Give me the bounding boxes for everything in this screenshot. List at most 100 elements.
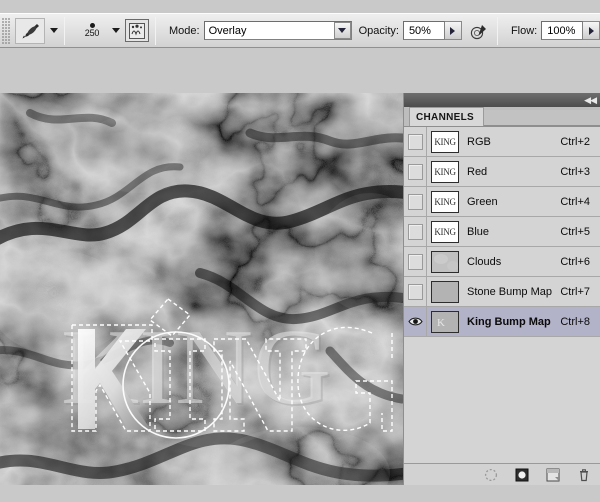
channel-visibility-toggle[interactable]: [404, 276, 427, 307]
channel-thumbnail: [431, 250, 459, 273]
flow-label: Flow:: [510, 24, 538, 37]
channel-name: Blue: [467, 225, 490, 238]
thumbnail-king-text: KING: [434, 196, 456, 207]
channel-name: RGB: [467, 135, 491, 148]
opacity-label: Opacity:: [358, 24, 399, 37]
panel-tab-strip: CHANNELS: [404, 107, 600, 127]
channel-row-blue[interactable]: KING Blue Ctrl+5: [404, 216, 600, 247]
tool-preset-dropdown-arrow[interactable]: [50, 28, 58, 33]
eye-slot-empty-icon: [407, 283, 423, 300]
eye-icon: [407, 317, 423, 326]
channel-list: KING RGB Ctrl+2 KING Red Ctrl+3 KING Green Ctrl+…: [404, 126, 600, 337]
channel-shortcut: Ctrl+7: [560, 285, 590, 298]
channel-row-king-bump-map[interactable]: K King Bump Map Ctrl+8: [404, 306, 600, 337]
channel-thumbnail: KING: [431, 160, 459, 183]
channel-row-rgb[interactable]: KING RGB Ctrl+2: [404, 126, 600, 157]
blend-mode-value: Overlay: [208, 24, 247, 37]
channel-name: Red: [467, 165, 488, 178]
drag-grip-icon[interactable]: [2, 17, 11, 44]
flow-input[interactable]: 100%: [541, 21, 584, 40]
thumbnail-clouds-icon: [432, 251, 458, 272]
opacity-slider-button[interactable]: [444, 21, 462, 40]
thumbnail-king-text: KING: [434, 136, 456, 147]
tab-strip-filler: [483, 110, 600, 126]
channel-thumbnail: K: [431, 310, 459, 333]
channel-shortcut: Ctrl+3: [560, 165, 590, 178]
tab-channels-label: CHANNELS: [416, 111, 474, 123]
channel-thumbnail: KING: [431, 220, 459, 243]
eye-slot-empty-icon: [407, 133, 423, 150]
panel-titlebar[interactable]: ◀◀: [404, 93, 600, 107]
channel-visibility-toggle[interactable]: [404, 186, 427, 217]
eye-slot-empty-icon: [407, 223, 423, 240]
channels-panel: ◀◀ CHANNELS KING RGB Ctrl+2 KING Red Ctrl+3 KI…: [403, 93, 600, 485]
load-channel-as-selection-icon: [484, 468, 498, 481]
channel-visibility-toggle[interactable]: [404, 306, 427, 337]
channel-visibility-toggle[interactable]: [404, 246, 427, 277]
channel-shortcut: Ctrl+6: [560, 255, 590, 268]
thumbnail-king-text: KING: [434, 166, 456, 177]
brush-preset-picker[interactable]: 250: [77, 23, 107, 38]
window-bottom-strip: [0, 485, 600, 502]
document-canvas[interactable]: KING KING: [0, 93, 403, 485]
channel-thumbnail: KING: [431, 130, 459, 153]
airbrush-pressure-opacity-icon: [470, 24, 486, 39]
load-channel-as-selection-button[interactable]: [483, 467, 499, 483]
channel-row-green[interactable]: KING Green Ctrl+4: [404, 186, 600, 217]
delete-channel-button[interactable]: [576, 467, 592, 483]
channel-visibility-toggle[interactable]: [404, 156, 427, 187]
double-chevron-left-icon[interactable]: ◀◀: [584, 95, 597, 105]
thumbnail-king-text: KING: [434, 226, 456, 237]
channel-shortcut: Ctrl+5: [560, 225, 590, 238]
create-new-channel-button[interactable]: [545, 467, 561, 483]
create-new-channel-icon: [546, 468, 560, 481]
blend-mode-chevron[interactable]: [333, 22, 351, 39]
mode-label: Mode:: [169, 24, 200, 37]
toolbar-divider-2: [155, 16, 156, 45]
blend-mode-dropdown[interactable]: Overlay: [203, 21, 352, 40]
toggle-brushes-panel-button[interactable]: [125, 19, 149, 42]
channel-shortcut: Ctrl+8: [560, 315, 590, 328]
eye-slot-empty-icon: [407, 253, 423, 270]
active-tool-preset-picker[interactable]: [15, 17, 45, 44]
svg-text:K: K: [437, 317, 445, 329]
canvas-artwork: KING KING: [0, 93, 403, 485]
channel-shortcut: Ctrl+2: [560, 135, 590, 148]
channels-panel-footer: [404, 463, 600, 485]
channel-visibility-toggle[interactable]: [404, 126, 427, 157]
toolbar-divider-3: [496, 16, 498, 45]
opacity-pressure-toggle[interactable]: [467, 19, 491, 42]
chevron-down-icon: [338, 28, 347, 33]
tab-channels[interactable]: CHANNELS: [409, 107, 484, 126]
eye-slot-empty-icon: [407, 163, 423, 180]
eye-slot-empty-icon: [407, 193, 423, 210]
thumbnail-bump-map-icon: K: [432, 311, 458, 332]
channel-visibility-toggle[interactable]: [404, 216, 427, 247]
brushes-panel-icon: [129, 22, 145, 39]
channel-shortcut: Ctrl+4: [560, 195, 590, 208]
brush-picker-dropdown-arrow[interactable]: [112, 28, 120, 33]
channel-row-stone-bump-map[interactable]: Stone Bump Map Ctrl+7: [404, 276, 600, 307]
options-bar-lower-filler: [0, 48, 600, 93]
trash-icon: [580, 468, 588, 481]
thumbnail-bump-map-icon: [432, 281, 458, 302]
menu-bar-strip: [0, 0, 600, 13]
channel-thumbnail: [431, 280, 459, 303]
channel-name: Green: [467, 195, 498, 208]
chevron-right-icon-2: [588, 26, 594, 35]
channel-name: Clouds: [467, 255, 502, 268]
flow-slider-button[interactable]: [583, 21, 600, 40]
chevron-right-icon: [450, 26, 456, 35]
photoshop-window: 250 Mode: Overlay Opacity: 50% Flow: 100…: [0, 0, 600, 502]
channel-name: King Bump Map: [467, 315, 551, 328]
channel-name: Stone Bump Map: [467, 285, 552, 298]
save-selection-as-channel-icon: [515, 468, 529, 481]
channel-row-red[interactable]: KING Red Ctrl+3: [404, 156, 600, 187]
brush-icon: [22, 23, 39, 38]
save-selection-as-channel-button[interactable]: [514, 467, 530, 483]
tool-options-bar: 250 Mode: Overlay Opacity: 50% Flow: 100…: [0, 13, 600, 48]
opacity-input[interactable]: 50%: [402, 21, 445, 40]
channel-thumbnail: KING: [431, 190, 459, 213]
channel-row-clouds[interactable]: Clouds Ctrl+6: [404, 246, 600, 277]
toolbar-divider: [64, 16, 65, 45]
